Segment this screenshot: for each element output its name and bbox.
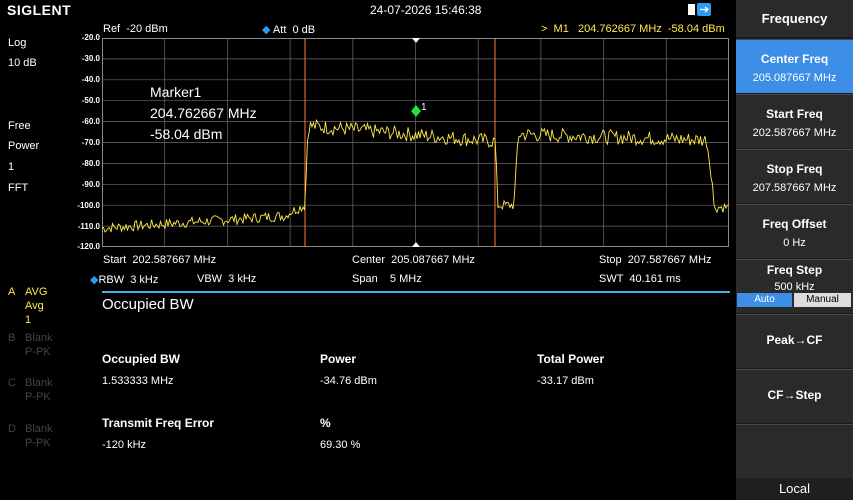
marker-box-freq: 204.762667 MHz xyxy=(150,105,257,121)
trace-b-letter[interactable]: B xyxy=(8,332,15,344)
freq-step-key-value: 500 kHz xyxy=(774,281,815,293)
freq-offset-key-value: 0 Hz xyxy=(783,237,806,249)
peak-to-cf-key[interactable]: Peak→CF xyxy=(736,314,853,368)
sweep-type: FFT xyxy=(8,182,29,194)
trace-d-letter[interactable]: D xyxy=(8,423,16,435)
trigger-mode: Free xyxy=(8,120,31,132)
y-tick: -110.0 xyxy=(77,222,100,231)
trace-a-mode[interactable]: AVG xyxy=(25,286,47,298)
trace-b-det: P-PK xyxy=(25,346,51,358)
local-key[interactable]: Local xyxy=(736,478,853,500)
peak-to-cf-key-label: Peak→CF xyxy=(766,333,823,347)
top-bar xyxy=(0,0,736,20)
rbw-value: RBW 3 kHz xyxy=(98,274,159,286)
ref-level[interactable]: Ref -20 dBm xyxy=(103,23,168,35)
attenuation[interactable]: ◆ Att 0 dB xyxy=(262,23,315,36)
y-tick: -80.0 xyxy=(81,159,100,168)
occ-bw-label: Occupied BW xyxy=(102,352,181,366)
att-value: Att 0 dB xyxy=(272,24,316,36)
stop-freq-key[interactable]: Stop Freq 207.587667 MHz xyxy=(736,149,853,203)
scale-type[interactable]: Log xyxy=(8,37,26,49)
y-tick: -40.0 xyxy=(81,75,100,84)
center-freq-key[interactable]: Center Freq 205.087667 MHz xyxy=(736,39,853,93)
power-value: -34.76 dBm xyxy=(320,375,377,387)
start-freq[interactable]: Start 202.587667 MHz xyxy=(103,254,216,266)
y-tick: -100.0 xyxy=(77,201,100,210)
cf-to-step-key-label: CF→Step xyxy=(767,388,822,402)
marker1-diamond-icon[interactable] xyxy=(411,105,421,117)
trace-c-letter[interactable]: C xyxy=(8,377,16,389)
marker-box-name: Marker1 xyxy=(150,84,202,100)
cf-to-step-key[interactable]: CF→Step xyxy=(736,369,853,423)
measurement-title: Occupied BW xyxy=(102,296,194,313)
softkey-menu-title: Frequency xyxy=(736,0,853,37)
total-power-value: -33.17 dBm xyxy=(537,375,594,387)
span[interactable]: Span 5 MHz xyxy=(352,273,422,285)
freq-error-label: Transmit Freq Error xyxy=(102,416,215,430)
center-freq-key-value: 205.087667 MHz xyxy=(752,72,837,84)
usb-icon xyxy=(688,3,711,16)
y-tick: -30.0 xyxy=(81,54,100,63)
brand-logo: SIGLENT xyxy=(7,2,72,18)
center-marker-top-icon xyxy=(412,38,420,43)
att-indicator-icon: ◆ xyxy=(262,24,271,36)
start-freq-key-value: 202.587667 MHz xyxy=(752,127,837,139)
occ-bw-value: 1.533333 MHz xyxy=(102,375,174,387)
stop-freq-key-label: Stop Freq xyxy=(766,162,823,176)
avg-count: 1 xyxy=(8,161,15,173)
rbw[interactable]: ◆RBW 3 kHz xyxy=(90,273,158,286)
y-tick: -120.0 xyxy=(77,242,100,251)
start-freq-key[interactable]: Start Freq 202.587667 MHz xyxy=(736,94,853,148)
marker1-label: 1 xyxy=(421,102,427,113)
y-tick: -60.0 xyxy=(81,117,100,126)
spectrum-display[interactable]: 1 xyxy=(102,38,729,247)
trace-a-count: 1 xyxy=(25,314,32,326)
y-tick: -90.0 xyxy=(81,180,100,189)
center-freq[interactable]: Center 205.087667 MHz xyxy=(352,254,475,266)
trace-b-mode: Blank xyxy=(25,332,53,344)
percent-label: % xyxy=(320,416,331,430)
divider xyxy=(102,291,730,293)
center-marker-bottom-icon xyxy=(412,242,420,247)
trace-a-letter[interactable]: A xyxy=(8,286,15,298)
freq-offset-key[interactable]: Freq Offset 0 Hz xyxy=(736,204,853,258)
percent-value: 69.30 % xyxy=(320,439,361,451)
datetime: 24-07-2026 15:46:38 xyxy=(370,3,482,17)
trace-a-sub: Avg xyxy=(25,300,44,312)
y-tick: -50.0 xyxy=(81,96,100,105)
marker-readout[interactable]: > M1 204.762667 MHz -58.04 dBm xyxy=(541,23,725,35)
y-tick: -70.0 xyxy=(81,138,100,147)
stop-freq[interactable]: Stop 207.587667 MHz xyxy=(599,254,712,266)
trace-c-mode: Blank xyxy=(25,377,53,389)
marker-box-level: -58.04 dBm xyxy=(150,126,223,142)
center-freq-key-label: Center Freq xyxy=(760,52,829,66)
blank-key xyxy=(736,424,853,478)
detector: Power xyxy=(8,140,40,152)
freq-step-auto-toggle[interactable]: Auto xyxy=(737,293,792,307)
freq-error-value: -120 kHz xyxy=(102,439,147,451)
y-tick: -20.0 xyxy=(81,33,100,42)
power-label: Power xyxy=(320,352,357,366)
vbw[interactable]: VBW 3 kHz xyxy=(197,273,256,285)
stop-freq-key-value: 207.587667 MHz xyxy=(752,182,837,194)
trace-c-det: P-PK xyxy=(25,391,51,403)
sweep-time[interactable]: SWT 40.161 ms xyxy=(599,273,681,285)
freq-offset-key-label: Freq Offset xyxy=(762,217,827,231)
freq-step-manual-toggle[interactable]: Manual xyxy=(794,293,851,307)
start-freq-key-label: Start Freq xyxy=(766,107,823,121)
trace-d-mode: Blank xyxy=(25,423,53,435)
trace-d-det: P-PK xyxy=(25,437,51,449)
freq-step-key-label: Freq Step xyxy=(766,263,823,277)
total-power-label: Total Power xyxy=(537,352,605,366)
scale-div[interactable]: 10 dB xyxy=(8,57,37,69)
